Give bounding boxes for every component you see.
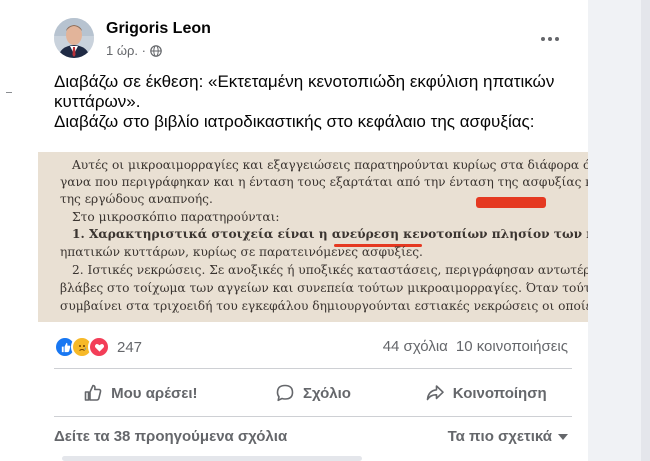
scrollbar[interactable]	[641, 0, 650, 461]
page-line: Αυτές οι μικροαιμορραγίες και εξαγγειώσε…	[72, 158, 588, 172]
dot-icon	[555, 37, 559, 41]
dot-icon	[548, 37, 552, 41]
profile-photo	[54, 18, 94, 58]
page-line: γανα που περιγράφηκαν και η ένταση τους …	[60, 175, 588, 189]
action-bar: Μου αρέσει! Σχόλιο Κοινοποίηση	[54, 374, 572, 412]
page-line: συμβαίνει στα τριχοειδή του εγκεφάλου δη…	[60, 299, 588, 313]
globe-icon	[150, 44, 162, 57]
page-line: βλάβες στο τοίχωμα των αγγείων και συνεπ…	[60, 281, 588, 295]
post-text: Διαβάζω σε έκθεση: «Εκτεταμένη κενοτοπιώ…	[54, 72, 574, 132]
view-previous-comments[interactable]: Δείτε τα 38 προηγούμενα σχόλια	[54, 428, 287, 445]
comment-icon	[276, 384, 294, 402]
engagement-stats: 44 σχόλια 10 κοινοποιήσεις	[383, 338, 568, 355]
share-button[interactable]: Κοινοποίηση	[399, 374, 572, 412]
page-line: Στο μικροσκόπιο παρατηρούνται:	[72, 210, 280, 224]
post-photo[interactable]: Αυτές οι μικροαιμορραγίες και εξαγγειώσε…	[38, 152, 588, 322]
comments-footer: Δείτε τα 38 προηγούμενα σχόλια Τα πιο σχ…	[54, 428, 568, 445]
love-icon	[88, 336, 110, 358]
dot-icon	[541, 37, 545, 41]
shares-count[interactable]: 10 κοινοποιήσεις	[456, 338, 568, 355]
avatar[interactable]	[54, 18, 94, 58]
page-line: 2. Ιστικές νεκρώσεις. Σε ανοξικές ή υποξ…	[72, 263, 588, 277]
post-text-line: Διαβάζω στο βιβλίο ιατροδικαστικής στο κ…	[54, 112, 535, 131]
author-name[interactable]: Grigoris Leon	[106, 20, 211, 38]
sort-dropdown[interactable]: Τα πιο σχετικά	[448, 428, 568, 445]
post-time[interactable]: 1 ώρ. ·	[106, 43, 146, 58]
post-text-line: Διαβάζω σε έκθεση: «Εκτεταμένη κενοτοπιώ…	[54, 72, 555, 111]
like-label: Μου αρέσει!	[111, 384, 198, 402]
divider	[54, 416, 572, 417]
comments-count[interactable]: 44 σχόλια	[383, 338, 448, 355]
red-highlight	[476, 197, 546, 208]
divider	[54, 368, 572, 369]
left-gutter	[0, 0, 38, 461]
share-label: Κοινοποίηση	[452, 384, 547, 402]
reactions-summary[interactable]: 247	[54, 336, 142, 358]
comment-label: Σχόλιο	[303, 384, 351, 402]
comment-button[interactable]: Σχόλιο	[227, 374, 400, 412]
page-line: ηπατικών κυττάρων, κυρίως σε παρατεινόμε…	[60, 245, 423, 259]
reaction-count: 247	[117, 338, 143, 356]
more-options-button[interactable]	[536, 27, 564, 51]
post-card: Grigoris Leon 1 ώρ. · Διαβάζω σε έκθεση:…	[38, 0, 588, 461]
page-line: της εργώδους αναπνοής.	[60, 192, 213, 206]
comment-composer-edge	[62, 456, 362, 461]
share-icon	[426, 385, 444, 401]
caret-down-icon	[558, 433, 568, 440]
like-button[interactable]: Μου αρέσει!	[54, 374, 227, 412]
page-line: 1. Χαρακτηριστικά στοιχεία είναι η ανεύρ…	[72, 227, 588, 241]
gutter-mark	[6, 92, 12, 93]
post-meta: 1 ώρ. ·	[106, 43, 162, 58]
sort-label: Τα πιο σχετικά	[447, 428, 552, 445]
thumbs-up-icon	[84, 384, 102, 401]
